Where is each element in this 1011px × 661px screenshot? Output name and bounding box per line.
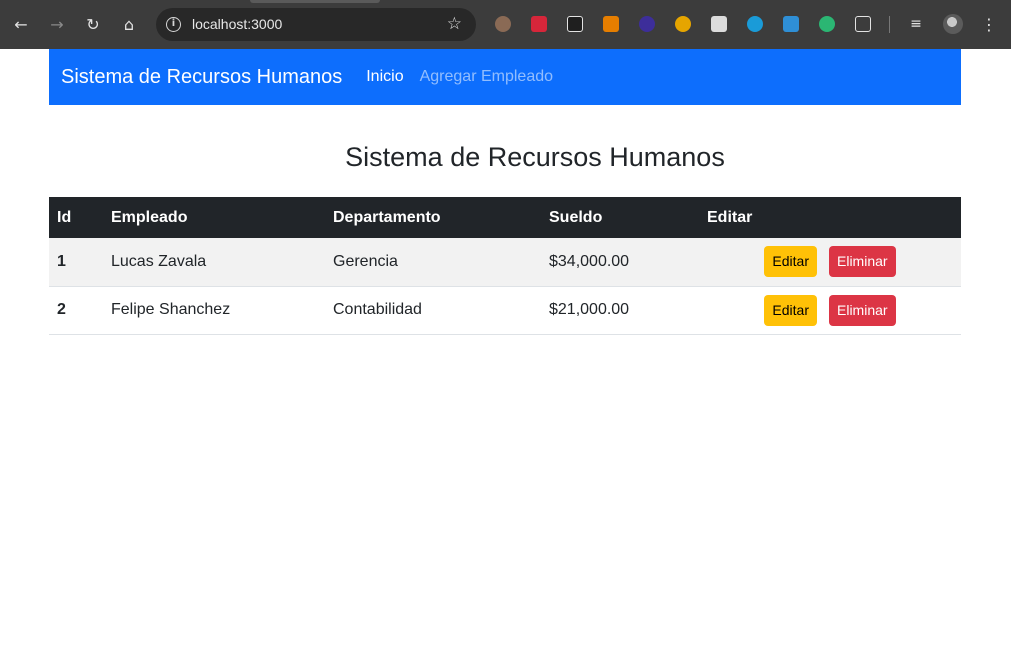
extension-icon[interactable] <box>603 16 619 32</box>
nav-link-agregar-empleado[interactable]: Agregar Empleado <box>420 68 553 86</box>
nav-link-inicio[interactable]: Inicio <box>366 68 403 86</box>
column-header-id: Id <box>57 208 72 226</box>
cell-departamento: Contabilidad <box>333 301 422 318</box>
edit-button[interactable]: Editar <box>764 246 817 278</box>
app-page: Sistema de Recursos Humanos Inicio Agreg… <box>49 49 961 335</box>
forward-icon[interactable]: → <box>46 13 68 35</box>
cell-actions: Editar Eliminar <box>699 286 961 334</box>
employees-table: Id Empleado Departamento Sueldo Editar 1… <box>49 197 961 335</box>
address-url[interactable]: localhost:3000 <box>192 16 282 32</box>
extension-icon[interactable] <box>819 16 835 32</box>
address-bar[interactable]: i localhost:3000 ☆ <box>156 8 476 41</box>
delete-button[interactable]: Eliminar <box>829 294 896 326</box>
column-header-empleado: Empleado <box>111 208 188 226</box>
extension-icon[interactable] <box>711 16 727 32</box>
active-tab-edge <box>250 0 380 3</box>
cell-empleado: Felipe Shanchez <box>111 301 231 318</box>
extension-icon[interactable] <box>639 16 655 32</box>
column-header-editar: Editar <box>707 208 753 226</box>
media-control-icon[interactable]: ≡ <box>905 13 927 35</box>
navbar: Sistema de Recursos Humanos Inicio Agreg… <box>49 49 961 105</box>
cell-id: 1 <box>57 252 66 270</box>
edit-button[interactable]: Editar <box>764 294 817 326</box>
delete-button[interactable]: Eliminar <box>829 246 896 278</box>
extension-icon[interactable] <box>495 16 511 32</box>
extension-icon[interactable] <box>531 16 547 32</box>
page-title: Sistema de Recursos Humanos <box>345 142 725 172</box>
cell-sueldo: $21,000.00 <box>549 301 630 318</box>
column-header-departamento: Departamento <box>333 208 441 226</box>
menu-kebab-icon[interactable]: ⋮ <box>978 13 1000 35</box>
extension-icon[interactable] <box>747 16 763 32</box>
reload-icon[interactable]: ↻ <box>82 13 104 35</box>
column-header-sueldo: Sueldo <box>549 208 603 226</box>
cell-actions: Editar Eliminar <box>699 238 961 286</box>
browser-toolbar: ← → ↻ ⌂ i localhost:3000 ☆ ≡ ⋮ <box>0 0 1011 49</box>
navbar-brand[interactable]: Sistema de Recursos Humanos <box>61 66 342 89</box>
cell-sueldo: $34,000.00 <box>549 252 630 270</box>
cell-departamento: Gerencia <box>333 252 398 270</box>
table-row: 2 Felipe Shanchez Contabilidad $21,000.0… <box>49 286 961 334</box>
profile-avatar[interactable] <box>943 14 963 34</box>
home-icon[interactable]: ⌂ <box>118 13 140 35</box>
extensions-puzzle-icon[interactable] <box>855 16 871 32</box>
extension-icon[interactable] <box>567 16 583 32</box>
table-header: Id Empleado Departamento Sueldo Editar <box>49 197 961 238</box>
bookmark-star-icon[interactable]: ☆ <box>447 14 462 34</box>
extension-icon[interactable] <box>783 16 799 32</box>
cell-id: 2 <box>57 301 66 318</box>
table-row: 1 Lucas Zavala Gerencia $34,000.00 Edita… <box>49 238 961 286</box>
toolbar-divider <box>889 16 890 33</box>
cell-empleado: Lucas Zavala <box>111 252 207 270</box>
site-info-icon[interactable]: i <box>166 17 181 32</box>
back-icon[interactable]: ← <box>10 13 32 35</box>
extension-icon[interactable] <box>675 16 691 32</box>
